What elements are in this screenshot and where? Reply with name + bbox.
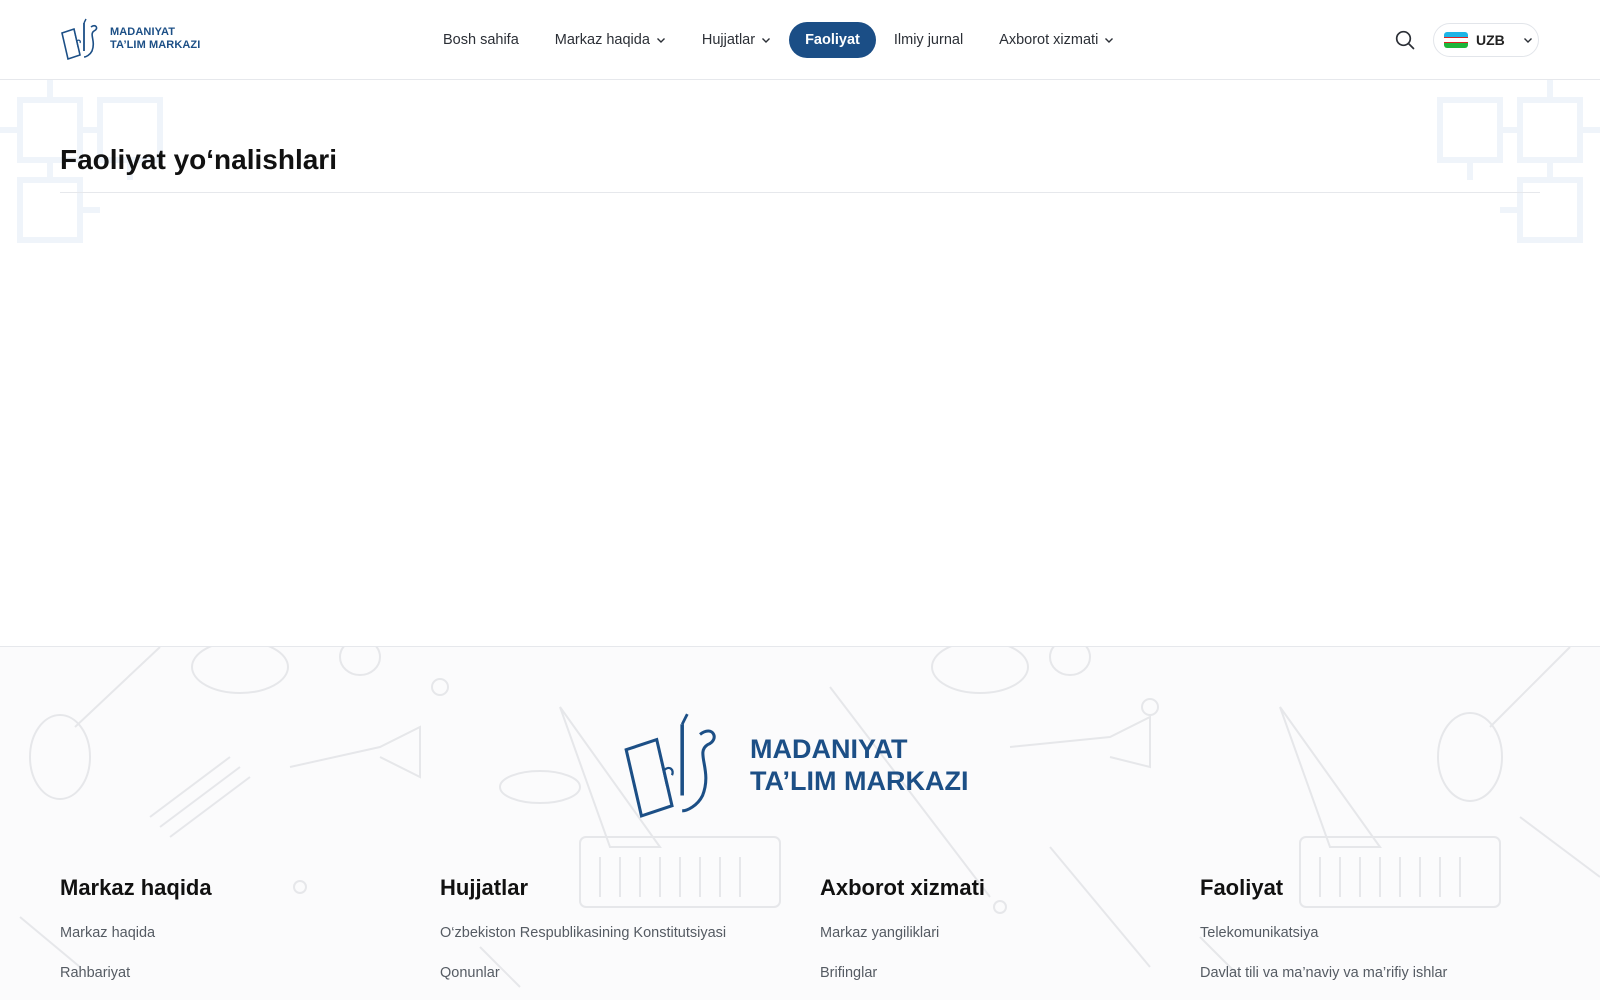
footer-column-hujjatlar: Hujjatlar O‘zbekiston Respublikasining K… — [440, 875, 726, 1000]
ornament-pattern-icon — [1437, 80, 1600, 243]
footer-link[interactable]: Davlat tili va ma’naviy va ma’rifiy ishl… — [1200, 965, 1447, 981]
footer-column-title: Faoliyat — [1200, 875, 1284, 900]
nav-faoliyat[interactable]: Faoliyat — [789, 22, 876, 58]
logo-emblem-icon — [61, 18, 98, 61]
chevron-down-icon — [762, 38, 771, 43]
footer-column-title: Hujjatlar — [440, 875, 529, 900]
title-divider — [60, 192, 1540, 193]
footer-logo-text: MADANIYAT TA’LIM MARKAZI — [750, 733, 968, 797]
uzbekistan-flag-icon — [1444, 32, 1468, 48]
footer-column-title: Axborot xizmati — [820, 875, 986, 900]
chevron-down-icon — [656, 38, 665, 43]
footer-column-markaz-haqida: Markaz haqida Markaz haqida Rahbariyat — [60, 875, 212, 1000]
nav-label: Markaz haqida — [554, 32, 650, 48]
footer-logo[interactable]: MADANIYAT TA’LIM MARKAZI — [616, 709, 968, 821]
nav-bosh-sahifa[interactable]: Bosh sahifa — [425, 22, 537, 58]
footer-column-axborot-xizmati: Axborot xizmati Markaz yangiliklari Brif… — [820, 875, 985, 1000]
page-title: Faoliyat yo‘nalishlari — [60, 144, 337, 175]
chevron-down-icon — [1105, 38, 1114, 43]
main-nav: Bosh sahifa Markaz haqida Hujjatlar Faol… — [425, 22, 1132, 58]
nav-label: Faoliyat — [805, 32, 860, 48]
footer-link[interactable]: Brifinglar — [820, 965, 985, 981]
language-selector[interactable]: UZB — [1433, 23, 1539, 57]
nav-hujjatlar[interactable]: Hujjatlar — [684, 22, 789, 58]
logo-emblem-icon — [624, 713, 716, 818]
footer-logo-line-1: MADANIYAT — [750, 734, 908, 764]
footer-link[interactable]: O‘zbekiston Respublikasining Konstitutsi… — [440, 925, 726, 941]
ornament-pattern-icon — [0, 80, 163, 243]
nav-label: Ilmiy jurnal — [893, 32, 964, 48]
footer-link[interactable]: Qonunlar — [440, 965, 726, 981]
footer-link[interactable]: Rahbariyat — [60, 965, 212, 981]
logo-text: MADANIYAT TA’LIM MARKAZI — [110, 26, 200, 52]
nav-ilmiy-jurnal[interactable]: Ilmiy jurnal — [876, 22, 981, 58]
language-label: UZB — [1476, 32, 1505, 48]
footer-column-faoliyat: Faoliyat Telekomunikatsiya Davlat tili v… — [1200, 875, 1447, 1000]
footer-link[interactable]: Markaz yangiliklari — [820, 925, 985, 941]
site-header: MADANIYAT TA’LIM MARKAZI Bosh sahifa Mar… — [0, 0, 1600, 80]
nav-label: Hujjatlar — [701, 32, 756, 48]
footer-column-title: Markaz haqida — [60, 875, 212, 900]
chevron-down-icon — [1523, 38, 1532, 43]
footer-logo-line-2: TA’LIM MARKAZI — [750, 766, 969, 796]
logo-line-1: MADANIYAT — [110, 26, 176, 38]
nav-markaz-haqida[interactable]: Markaz haqida — [537, 22, 684, 58]
site-logo[interactable]: MADANIYAT TA’LIM MARKAZI — [58, 17, 200, 61]
footer-link[interactable]: Markaz haqida — [60, 925, 212, 941]
search-icon[interactable] — [1394, 29, 1416, 51]
logo-line-2: TA’LIM MARKAZI — [110, 39, 201, 51]
site-footer: MADANIYAT TA’LIM MARKAZI Markaz haqida M… — [0, 646, 1600, 1000]
footer-link[interactable]: Telekomunikatsiya — [1200, 925, 1447, 941]
nav-label: Axborot xizmati — [999, 32, 1099, 48]
nav-label: Bosh sahifa — [443, 32, 519, 48]
nav-axborot-xizmati[interactable]: Axborot xizmati — [981, 22, 1132, 58]
